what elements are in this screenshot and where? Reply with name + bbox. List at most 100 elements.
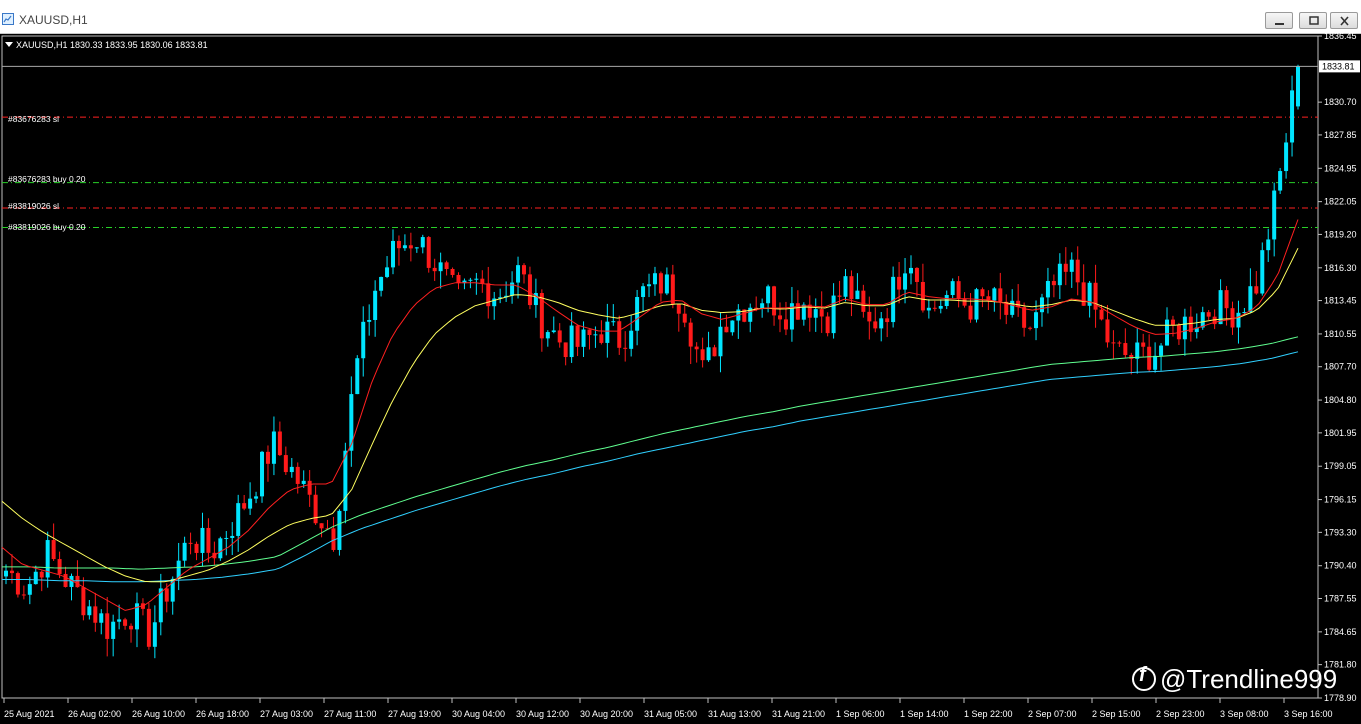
bear-candle xyxy=(1022,307,1027,328)
bull-candle xyxy=(629,330,634,349)
bear-candle xyxy=(242,503,247,509)
bear-candle xyxy=(444,262,449,269)
bull-candle xyxy=(1290,90,1295,143)
price-tick-label: 1784.65 xyxy=(1324,627,1357,637)
bull-candle xyxy=(391,240,396,268)
bear-candle xyxy=(724,326,729,333)
time-tick-label: 3 Sep 08:00 xyxy=(1220,709,1269,719)
bull-candle xyxy=(813,309,818,318)
bull-candle xyxy=(474,278,479,280)
bull-candle xyxy=(652,273,657,285)
bull-candle xyxy=(468,279,473,281)
time-tick-label: 30 Aug 04:00 xyxy=(452,709,505,719)
bear-candle xyxy=(283,455,288,473)
bear-candle xyxy=(81,587,86,616)
bull-candle xyxy=(855,290,860,300)
bear-candle xyxy=(783,319,788,330)
bull-candle xyxy=(248,498,253,509)
time-tick-label: 30 Aug 12:00 xyxy=(516,709,569,719)
time-tick-label: 30 Aug 20:00 xyxy=(580,709,633,719)
time-tick-label: 27 Aug 03:00 xyxy=(260,709,313,719)
bull-candle xyxy=(1236,312,1241,328)
bear-candle xyxy=(396,240,401,249)
bull-candle xyxy=(200,527,205,553)
bear-candle xyxy=(873,321,878,329)
bear-candle xyxy=(39,571,44,578)
price-chart[interactable]: 1836.45 1830.70 1827.85 1824.95 1822.05 1819.… xyxy=(0,0,1361,724)
time-tick-label: 2 Sep 23:00 xyxy=(1156,709,1205,719)
bear-candle xyxy=(426,237,431,268)
bear-candle xyxy=(1051,281,1056,286)
bear-candle xyxy=(861,290,866,312)
bull-candle xyxy=(152,622,157,647)
brand-logo-icon xyxy=(1132,664,1156,691)
bull-candle xyxy=(1278,171,1283,191)
bull-candle xyxy=(4,570,8,577)
bull-candle xyxy=(301,480,306,484)
bear-candle xyxy=(123,619,128,626)
watermark-text: @Trendline999 xyxy=(1160,664,1338,694)
bull-candle xyxy=(950,281,955,296)
bull-candle xyxy=(1069,259,1074,272)
bull-candle xyxy=(664,274,669,294)
bear-candle xyxy=(319,523,324,529)
bear-candle xyxy=(998,288,1003,302)
bull-candle xyxy=(926,307,931,311)
bull-candle xyxy=(260,451,265,497)
bull-candle xyxy=(1165,319,1170,346)
bull-candle xyxy=(420,237,425,248)
bear-candle xyxy=(1105,319,1110,343)
bull-candle xyxy=(271,431,276,464)
bear-candle xyxy=(164,588,169,602)
bear-candle xyxy=(837,295,842,297)
bull-candle xyxy=(545,332,550,339)
bull-candle xyxy=(938,305,943,309)
price-tick-label: 1827.85 xyxy=(1324,130,1357,140)
bull-candle xyxy=(1034,312,1039,329)
bull-candle xyxy=(843,276,848,297)
bull-candle xyxy=(182,542,187,561)
bull-candle xyxy=(224,537,229,539)
dropdown-arrow-icon[interactable] xyxy=(5,42,13,47)
bear-candle xyxy=(694,346,699,350)
ma-slow-line xyxy=(1,247,1299,583)
bull-candle xyxy=(236,503,241,536)
bear-candle xyxy=(1099,309,1104,320)
bull-candle xyxy=(516,265,521,283)
bear-candle xyxy=(105,613,110,639)
bear-candle xyxy=(914,267,919,282)
bear-candle xyxy=(623,347,628,349)
bull-candle xyxy=(289,466,294,473)
bull-candle xyxy=(218,538,223,559)
bear-candle xyxy=(1170,319,1175,326)
bear-candle xyxy=(1111,342,1116,344)
price-tick-label: 1824.95 xyxy=(1324,163,1357,173)
order-line-label: #83676283 buy 0.20 xyxy=(8,174,86,184)
current-price-label: 1833.81 xyxy=(1322,61,1355,71)
time-tick-label: 31 Aug 21:00 xyxy=(772,709,825,719)
order-line-label: #83676283 sl xyxy=(8,114,60,124)
bull-candle xyxy=(569,325,574,358)
time-tick-label: 25 Aug 2021 xyxy=(4,709,55,719)
bull-candle xyxy=(117,619,122,622)
price-tick-label: 1790.40 xyxy=(1324,561,1357,571)
price-tick-label: 1804.80 xyxy=(1324,395,1357,405)
bear-candle xyxy=(1123,343,1128,356)
order-line-label: #83819026 sl xyxy=(8,201,60,211)
bear-candle xyxy=(932,307,937,309)
price-tick-label: 1810.55 xyxy=(1324,329,1357,339)
bear-candle xyxy=(658,273,663,294)
bear-candle xyxy=(1147,346,1152,370)
bear-candle xyxy=(980,289,985,297)
bear-candle xyxy=(93,606,98,623)
bull-candle xyxy=(831,295,836,334)
bull-candle xyxy=(1248,286,1253,313)
price-tick-label: 1807.70 xyxy=(1324,362,1357,372)
bear-candle xyxy=(206,527,211,553)
bull-candle xyxy=(706,347,711,361)
bull-candle xyxy=(766,286,771,304)
bull-candle xyxy=(1057,263,1062,286)
bull-candle xyxy=(1153,355,1158,370)
bull-candle xyxy=(1200,312,1205,328)
bull-candle xyxy=(87,606,92,616)
